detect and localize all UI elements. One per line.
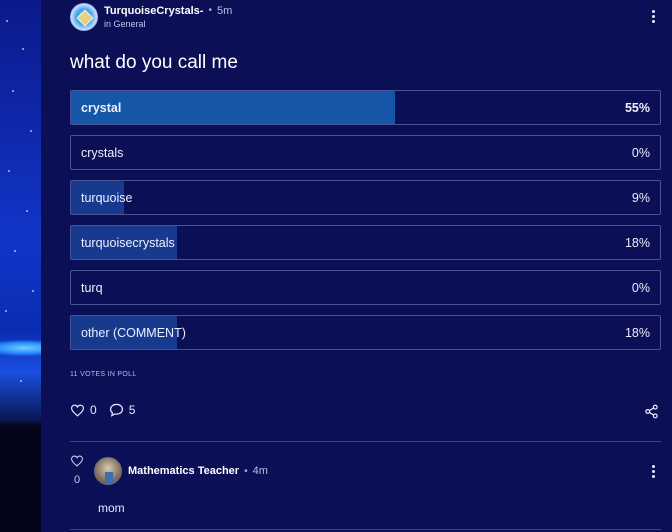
poll-options: crystal 55% crystals 0% turquoise 9% turquoise… (70, 90, 661, 360)
post-title: what do you call me (70, 52, 238, 73)
comment-button[interactable]: 5 (109, 403, 136, 417)
post-time: 5m (216, 4, 233, 17)
separator-dot: • (208, 5, 212, 16)
post-more-icon[interactable] (645, 9, 661, 24)
comment-more-icon[interactable] (645, 464, 661, 479)
divider (70, 529, 661, 530)
divider (70, 441, 661, 442)
poll-option-label: crystals (81, 146, 124, 160)
poll-option[interactable]: turquoise 9% (70, 180, 661, 215)
poll-option-percent: 0% (631, 281, 650, 295)
poll-option-label: turquoisecrystals (81, 236, 175, 250)
comment-author[interactable]: Mathematics Teacher (128, 465, 239, 477)
post-header: TurquoiseCrystals- • 5m in General (70, 3, 232, 31)
comment-like-button[interactable]: 0 (70, 455, 84, 486)
poll-option-percent: 18% (624, 326, 650, 340)
poll-option-label: turquoise (81, 191, 133, 205)
poll-option-percent: 9% (631, 191, 650, 205)
background-starfield (0, 0, 41, 532)
post-container: TurquoiseCrystals- • 5m in General what … (41, 0, 672, 532)
poll-option-label: other (COMMENT) (81, 326, 186, 340)
comment-like-count: 0 (73, 474, 81, 486)
poll-option-percent: 0% (631, 146, 650, 160)
poll-option[interactable]: crystal 55% (70, 90, 661, 125)
like-count: 0 (90, 403, 97, 417)
comment-avatar[interactable] (94, 457, 122, 485)
poll-option[interactable]: turquoisecrystals 18% (70, 225, 661, 260)
comment-count: 5 (128, 403, 136, 417)
heart-icon (70, 455, 84, 467)
poll-option-label: crystal (81, 101, 122, 115)
like-button[interactable]: 0 (70, 403, 97, 417)
avatar[interactable] (70, 3, 98, 31)
poll-votes-count: 11 VOTES IN POLL (70, 371, 137, 378)
share-icon (645, 404, 658, 419)
comment-body: mom (98, 501, 125, 515)
post-community[interactable]: in General (104, 19, 232, 29)
heart-icon (70, 404, 85, 417)
separator-dot: • (244, 465, 248, 477)
poll-option[interactable]: crystals 0% (70, 135, 661, 170)
comment-icon (109, 403, 123, 417)
post-actions: 0 5 (70, 403, 147, 417)
poll-option[interactable]: other (COMMENT) 18% (70, 315, 661, 350)
comment-header: Mathematics Teacher • 4m (128, 465, 268, 477)
comment-time: 4m (252, 465, 268, 477)
poll-option[interactable]: turq 0% (70, 270, 661, 305)
poll-option-percent: 55% (624, 101, 650, 115)
post-author[interactable]: TurquoiseCrystals- (104, 5, 203, 17)
poll-option-percent: 18% (624, 236, 650, 250)
share-button[interactable] (644, 404, 659, 424)
poll-option-label: turq (81, 281, 103, 295)
